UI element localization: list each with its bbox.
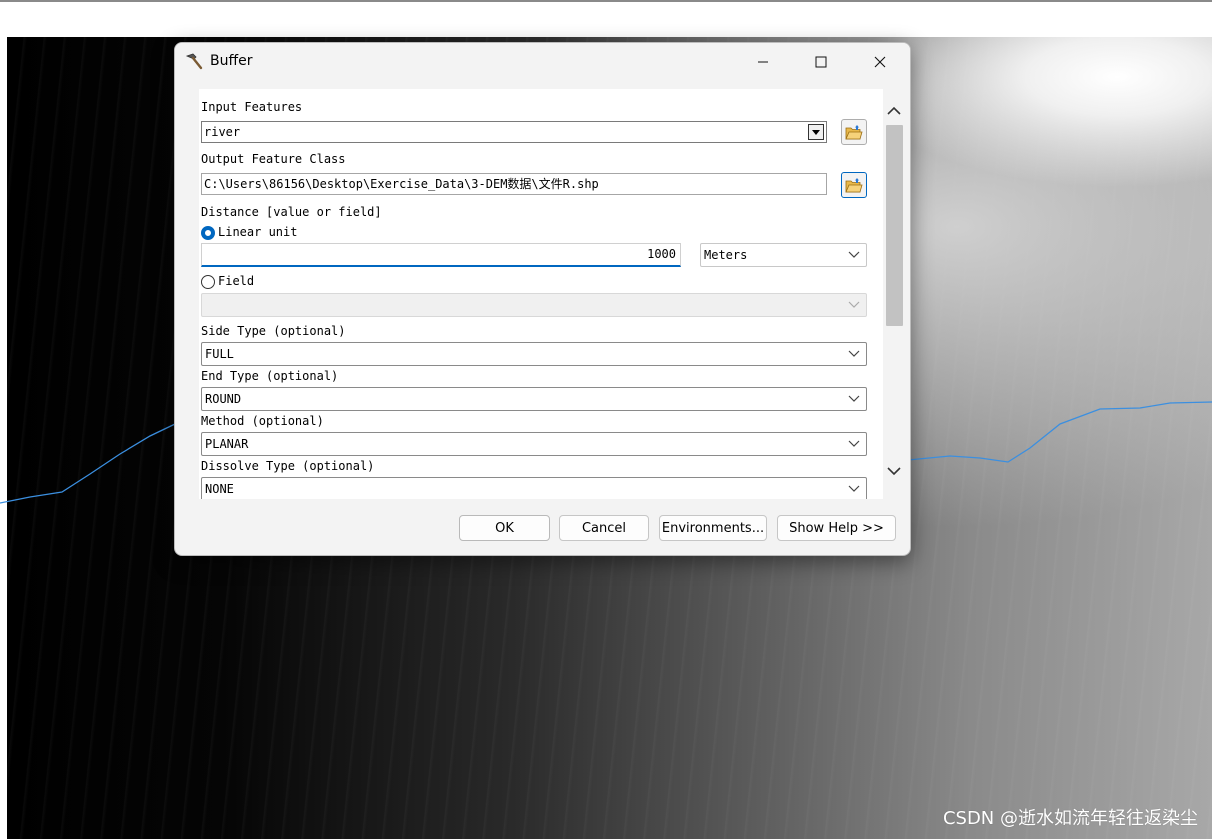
- side-type-label: Side Type (optional): [201, 324, 346, 338]
- chevron-down-icon: [848, 350, 860, 357]
- maximize-button[interactable]: [792, 43, 850, 81]
- input-features-label: Input Features: [201, 100, 303, 114]
- ok-button[interactable]: OK: [459, 515, 550, 541]
- input-features-value: river: [204, 125, 241, 139]
- scroll-down-button[interactable]: [886, 463, 902, 479]
- input-features-combo[interactable]: river: [201, 121, 827, 143]
- cancel-button[interactable]: Cancel: [559, 515, 649, 541]
- maximize-icon: [815, 56, 827, 68]
- chevron-down-icon: [848, 395, 860, 402]
- chevron-down-icon: [848, 251, 860, 258]
- output-feature-class-value: C:\Users\86156\Desktop\Exercise_Data\3-D…: [204, 177, 599, 191]
- field-select: [201, 293, 867, 317]
- dropdown-arrow-icon: [812, 129, 820, 135]
- hammer-icon: [185, 53, 203, 70]
- distance-label: Distance [value or field]: [201, 205, 382, 219]
- parameters-panel: Input Features river Output Feature Clas…: [199, 89, 883, 499]
- close-button[interactable]: [851, 43, 909, 81]
- method-value: PLANAR: [205, 437, 249, 451]
- end-type-value: ROUND: [205, 392, 242, 406]
- method-select[interactable]: PLANAR: [201, 432, 867, 456]
- minimize-button[interactable]: [734, 43, 792, 81]
- distance-unit-value: Meters: [704, 248, 748, 262]
- show-help-button[interactable]: Show Help >>: [777, 515, 896, 541]
- side-type-select[interactable]: FULL: [201, 342, 867, 366]
- vertical-scrollbar[interactable]: [883, 99, 905, 499]
- output-browse-button[interactable]: [841, 172, 867, 198]
- side-type-value: FULL: [205, 347, 234, 361]
- dialog-title: Buffer: [210, 53, 253, 69]
- chevron-down-icon: [848, 485, 860, 492]
- output-feature-class-label: Output Feature Class: [201, 152, 346, 166]
- field-radio[interactable]: [201, 275, 215, 289]
- distance-value: 1000: [647, 247, 676, 261]
- dissolve-type-label: Dissolve Type (optional): [201, 459, 375, 473]
- minimize-icon: [758, 61, 768, 63]
- chevron-down-icon: [848, 440, 860, 447]
- field-radio-label: Field: [218, 274, 255, 288]
- chevron-down-icon: [887, 467, 901, 476]
- close-icon: [874, 56, 886, 68]
- scroll-up-button[interactable]: [886, 103, 902, 119]
- dissolve-type-select[interactable]: NONE: [201, 477, 867, 499]
- watermark-text: CSDN @逝水如流年轻往返染尘: [942, 808, 1198, 829]
- combo-dropdown-button[interactable]: [808, 124, 824, 140]
- linear-unit-radio[interactable]: [201, 226, 215, 240]
- title-bar[interactable]: Buffer: [175, 43, 910, 81]
- output-feature-class-input[interactable]: C:\Users\86156\Desktop\Exercise_Data\3-D…: [201, 173, 827, 195]
- chevron-up-icon: [887, 106, 901, 115]
- scroll-thumb[interactable]: [886, 125, 903, 326]
- method-label: Method (optional): [201, 414, 324, 428]
- open-folder-icon: [845, 125, 863, 140]
- environments-button[interactable]: Environments...: [659, 515, 767, 541]
- distance-unit-select[interactable]: Meters: [700, 243, 867, 267]
- distance-value-input[interactable]: 1000: [201, 243, 681, 267]
- dissolve-type-value: NONE: [205, 482, 234, 496]
- input-browse-button[interactable]: [841, 119, 867, 145]
- chevron-down-icon: [848, 301, 860, 308]
- end-type-label: End Type (optional): [201, 369, 339, 383]
- open-folder-icon: [845, 178, 863, 193]
- buffer-dialog: Buffer Input Features river Output Featu…: [174, 42, 911, 556]
- end-type-select[interactable]: ROUND: [201, 387, 867, 411]
- linear-unit-label: Linear unit: [218, 225, 298, 239]
